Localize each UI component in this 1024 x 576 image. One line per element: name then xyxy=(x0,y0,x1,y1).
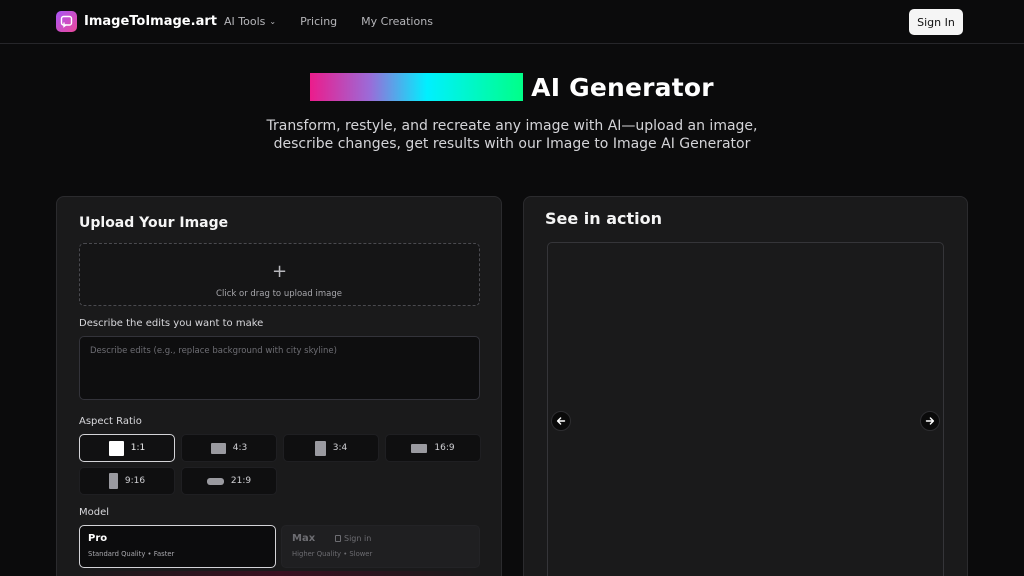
carousel-prev-button[interactable] xyxy=(551,411,571,431)
model-name: Max xyxy=(292,533,316,544)
ratio-option-21-9[interactable]: 21:9 xyxy=(181,467,277,495)
brand-logo[interactable]: ImageToImage.art xyxy=(56,11,217,32)
plus-icon: + xyxy=(271,261,288,282)
widescreen-ratio-icon xyxy=(411,443,428,453)
ratio-option-3-4[interactable]: 3:4 xyxy=(283,434,379,462)
ratio-label: 4:3 xyxy=(232,443,248,453)
sign-in-button[interactable]: Sign In xyxy=(909,9,963,35)
ultrawide-ratio-icon xyxy=(206,477,224,485)
portrait-ratio-icon xyxy=(314,440,326,456)
landscape-ratio-icon xyxy=(210,442,226,454)
hero-subtitle: Transform, restyle, and recreate any ima… xyxy=(0,117,1024,153)
model-lock-label: Sign in xyxy=(344,534,372,543)
nav-my-creations-label: My Creations xyxy=(361,15,433,28)
upload-hint: Click or drag to upload image xyxy=(216,289,342,299)
edits-label: Describe the edits you want to make xyxy=(79,318,264,329)
upload-panel-title: Upload Your Image xyxy=(79,215,229,231)
hero-subtitle-line-2: describe changes, get results with our I… xyxy=(273,136,751,152)
ratio-option-16-9[interactable]: 16:9 xyxy=(385,434,481,462)
showcase-carousel xyxy=(547,242,944,576)
ratio-label: 9:16 xyxy=(124,476,146,486)
arrow-left-icon xyxy=(556,417,566,425)
ratio-label: 21:9 xyxy=(230,476,252,486)
hero-gradient-bar xyxy=(310,73,524,101)
arrow-right-icon xyxy=(925,417,935,425)
tall-ratio-icon xyxy=(108,473,118,489)
brand-name: ImageToImage.art xyxy=(84,14,217,29)
chevron-down-icon: ⌄ xyxy=(269,17,277,26)
lock-icon xyxy=(335,535,341,542)
ratio-label: 3:4 xyxy=(332,443,348,453)
page-title: AI Generator xyxy=(531,72,714,102)
ratio-label: 1:1 xyxy=(130,443,146,453)
model-option-max[interactable]: Max Sign in Higher Quality • Slower xyxy=(281,525,480,568)
edits-textarea[interactable] xyxy=(79,336,480,400)
nav-my-creations[interactable]: My Creations xyxy=(361,15,433,28)
nav-ai-tools[interactable]: AI Tools ⌄ xyxy=(224,15,276,28)
hero-heading: AI Generator xyxy=(0,72,1024,102)
model-option-pro[interactable]: Pro Standard Quality • Faster xyxy=(79,525,276,568)
upload-panel: Upload Your Image + Click or drag to upl… xyxy=(56,196,502,576)
aspect-ratio-label: Aspect Ratio xyxy=(79,416,142,427)
model-lock-badge: Sign in xyxy=(335,534,371,543)
showcase-title: See in action xyxy=(545,209,663,228)
generate-button[interactable] xyxy=(79,571,480,576)
hero-subtitle-line-1: Transform, restyle, and recreate any ima… xyxy=(266,118,758,134)
ratio-label: 16:9 xyxy=(434,443,455,453)
main-nav: AI Tools ⌄ Pricing My Creations xyxy=(224,15,433,28)
nav-pricing[interactable]: Pricing xyxy=(300,15,337,28)
image-swap-icon xyxy=(56,11,77,32)
model-name: Pro xyxy=(88,533,108,544)
ratio-option-4-3[interactable]: 4:3 xyxy=(181,434,277,462)
ratio-option-1-1[interactable]: 1:1 xyxy=(79,434,175,462)
ratio-option-9-16[interactable]: 9:16 xyxy=(79,467,175,495)
square-ratio-icon xyxy=(108,440,124,456)
nav-ai-tools-label: AI Tools xyxy=(224,15,266,28)
model-description: Higher Quality • Slower xyxy=(292,550,373,558)
top-nav-bar: ImageToImage.art AI Tools ⌄ Pricing My C… xyxy=(0,0,1024,44)
model-description: Standard Quality • Faster xyxy=(88,550,175,558)
showcase-panel: See in action xyxy=(523,196,968,576)
nav-pricing-label: Pricing xyxy=(300,15,338,28)
carousel-next-button[interactable] xyxy=(920,411,940,431)
model-label: Model xyxy=(79,507,110,518)
